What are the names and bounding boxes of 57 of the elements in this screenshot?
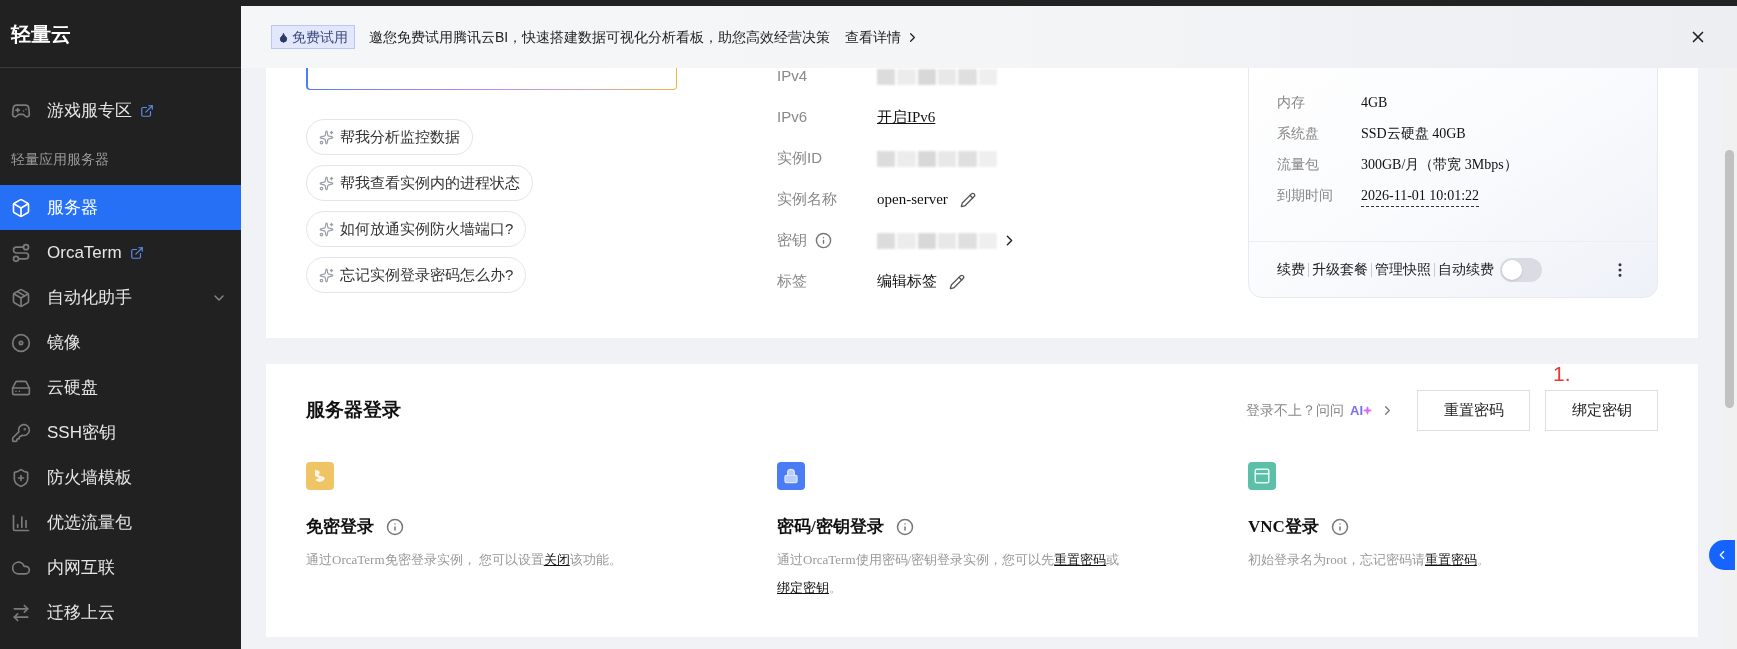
action-link[interactable]: 管理快照 [1375,259,1431,280]
field-label: IPv6 [777,107,807,128]
method-title: 免密登录 [306,516,374,539]
spec-label: 到期时间 [1277,186,1334,205]
nav-item[interactable]: 服务器 [0,185,241,230]
action-button[interactable]: 绑定密钥 [1545,390,1658,431]
text-link[interactable]: 重置密码 [1424,552,1477,567]
field-label: IPv4 [777,66,807,87]
nav-item[interactable]: 游戏服专区 [0,88,241,133]
details-link[interactable]: 查看详情 [845,26,921,48]
method-title: VNC登录 [1248,516,1319,539]
nav-item[interactable]: OrcaTerm [0,230,241,275]
nav-item[interactable]: 防火墙模板 [0,455,241,500]
spec-value: 4GB [1361,94,1388,112]
section-title: 服务器登录 [306,398,401,423]
method-title: 密码/密钥登录 [777,516,884,539]
action-button[interactable]: 重置密码 [1417,390,1530,431]
nav-item[interactable]: 内网互联 [0,545,241,590]
nav-item[interactable]: 迁移上云 [0,590,241,635]
spec-value: SSD云硬盘 40GB [1361,125,1466,143]
spec-label: 内存 [1277,93,1306,112]
method-description: 通过OrcaTerm使用密码/密钥登录实例，您可以先重置密码或 绑定密钥。 [777,551,1121,597]
field-value: open-server [877,190,948,210]
field-label: 实例ID [777,148,822,169]
help-text: 登录不上？问问 [1246,401,1344,420]
spec-value: 300GB/月（带宽 3Mbps） [1361,156,1518,174]
nav-item[interactable]: 自动化助手 [0,275,241,320]
banner-message: 邀您免费试用腾讯云BI，快速搭建数据可视化分析看板，助您高效经营决策 [369,27,831,47]
nav-item[interactable]: 云硬盘 [0,365,241,410]
suggestion-chip[interactable]: 帮我分析监控数据 [306,119,473,155]
suggestion-chip[interactable]: 忘记实例登录密码怎么办? [306,257,527,293]
nav-item[interactable]: SSH密钥 [0,410,241,455]
app-title: 轻量云 [11,21,71,47]
nav-item[interactable]: 优选流量包 [0,500,241,545]
field-label: 标签 [777,271,807,292]
spec-value: 2026-11-01 10:01:22 [1361,184,1480,207]
text-link[interactable]: 绑定密钥 [777,580,829,595]
auto-renew-label: 自动续费 [1438,260,1494,279]
suggestion-chip[interactable]: 帮我查看实例内的进程状态 [306,165,533,201]
method-description: 通过OrcaTerm免密登录实例， 您可以设置关闭该功能。 [306,551,623,569]
text-link[interactable]: 关闭 [543,552,570,567]
section-label: 轻量应用服务器 [11,149,109,169]
suggestion-chip[interactable]: 如何放通实例防火墙端口? [306,211,527,247]
action-link[interactable]: 续费 [1277,259,1305,280]
text-link[interactable]: 重置密码 [1054,552,1107,567]
ai-label: AI [1350,401,1363,420]
field-value: 编辑标签 [877,272,937,292]
field-label: 密钥 [777,230,807,251]
field-label: 实例名称 [777,189,837,210]
action-link[interactable]: 升级套餐 [1312,259,1368,280]
trial-badge: 免费试用 [271,25,355,49]
method-description: 初始登录名为root，忘记密码请重置密码。 [1248,551,1491,569]
enable-ipv6-link[interactable]: 开启IPv6 [877,106,936,129]
nav-item[interactable]: 镜像 [0,320,241,365]
spec-label: 流量包 [1277,155,1320,174]
annotation-number: 1. [1553,361,1571,387]
spec-label: 系统盘 [1277,124,1320,143]
